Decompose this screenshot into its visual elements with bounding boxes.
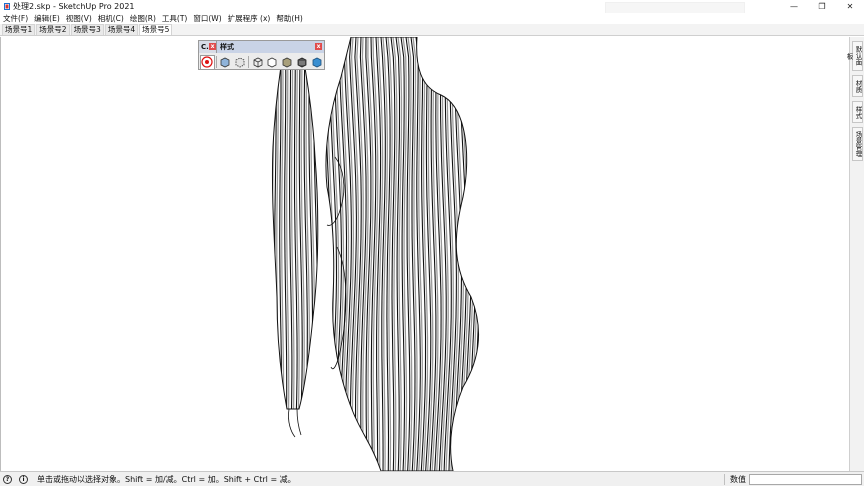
scene-tabs: 场景号1 场景号2 场景号3 场景号4 场景号5 [0, 24, 864, 36]
xray-button[interactable] [218, 55, 233, 70]
contour-slice [278, 45, 283, 409]
menu-edit[interactable]: 编辑(E) [34, 13, 60, 24]
menu-view[interactable]: 视图(V) [66, 13, 92, 24]
shaded-button[interactable] [280, 55, 295, 70]
hidden-line-button[interactable] [265, 55, 280, 70]
shaded-icon [282, 57, 292, 68]
contour-slice-shadow [487, 37, 493, 471]
menu-extensions[interactable]: 扩展程序 (x) [228, 13, 271, 24]
contour-slice-shadow [325, 37, 330, 471]
status-separator [724, 474, 725, 485]
contour-slice-shadow [272, 45, 275, 409]
styles-toolbar-header[interactable]: 样式 x [217, 41, 324, 53]
sketchup-logo-icon [4, 3, 10, 10]
shaded-with-textures-icon [297, 57, 307, 68]
status-hint: 单击或拖动以选择对象。Shift = 加/减。Ctrl = 加。Shift + … [37, 475, 296, 484]
tray-tab-styles[interactable]: 样式 [852, 101, 863, 123]
contour-slice-shadow [382, 37, 388, 471]
wireframe-icon [253, 57, 262, 68]
scene-tab-1[interactable]: 场景号1 [2, 24, 36, 35]
close-window-button[interactable]: ✕ [836, 0, 864, 13]
wireframe-button[interactable] [250, 55, 265, 70]
monochrome-button[interactable] [309, 55, 324, 70]
collapsed-panel-title: C. [201, 43, 209, 51]
styles-toolbar-window[interactable]: C. x 样式 x [198, 40, 325, 70]
sliced-torso-model[interactable] [1, 37, 849, 471]
menu-tools[interactable]: 工具(T) [162, 13, 187, 24]
collapsed-panel-header[interactable]: C. x [199, 41, 217, 53]
scene-tab-2[interactable]: 场景号2 [36, 24, 70, 35]
geo-location-icon[interactable]: ? [3, 475, 12, 484]
back-edges-button[interactable] [232, 55, 247, 70]
menu-camera[interactable]: 相机(C) [98, 13, 124, 24]
model-viewport[interactable] [0, 37, 849, 471]
contour-slice [485, 37, 491, 471]
contour-slice [468, 37, 477, 471]
scene-tab-3[interactable]: 场景号3 [70, 24, 104, 35]
title-bar: 处理2.skp - SketchUp Pro 2021 — ❐ ✕ [0, 0, 864, 24]
contour-slice-shadow [426, 37, 434, 471]
contour-slice-shadow [340, 37, 350, 471]
styles-tools [199, 54, 324, 70]
target-icon [201, 56, 213, 68]
contour-slice [317, 45, 318, 409]
maximize-button[interactable]: ❐ [808, 0, 836, 13]
tool-separator [215, 56, 217, 68]
xray-icon [220, 57, 230, 68]
menu-window[interactable]: 窗口(W) [193, 13, 221, 24]
menu-file[interactable]: 文件(F) [3, 13, 28, 24]
hidden-line-icon [267, 57, 277, 68]
window-title: 处理2.skp - SketchUp Pro 2021 [13, 2, 135, 11]
credits-icon[interactable]: i [19, 475, 28, 484]
shaded-with-textures-button[interactable] [294, 55, 309, 70]
styles-toolbar-title: 样式 [220, 43, 234, 51]
contour-slice [474, 37, 479, 471]
measurements-input[interactable] [749, 474, 862, 485]
tool-separator [248, 56, 250, 68]
contour-slice [269, 37, 272, 471]
styles-toolbar-close-button[interactable]: x [315, 43, 322, 50]
scene-tab-4[interactable]: 场景号4 [104, 24, 139, 35]
contour-slice [458, 37, 468, 471]
contour-slice [453, 37, 463, 471]
contour-slice-shadow [470, 37, 479, 471]
back-edges-icon [235, 57, 245, 68]
contour-slice [463, 37, 473, 471]
contour-slice-shadow [460, 37, 470, 471]
select-tool-button[interactable] [200, 54, 215, 70]
contour-slice [325, 37, 332, 471]
monochrome-icon [312, 57, 321, 68]
collapsed-panel-close-button[interactable]: x [209, 43, 216, 50]
menu-bar: 文件(F) 编辑(E) 视图(V) 相机(C) 绘图(R) 工具(T) 窗口(W… [0, 13, 864, 24]
tray-tab-default-panel[interactable]: 默认面板 [845, 41, 863, 71]
contour-slice [480, 37, 486, 471]
scene-tab-5[interactable]: 场景号5 [139, 24, 173, 35]
tray-tab-materials[interactable]: 材质 [852, 75, 863, 97]
contour-slice-shadow [482, 37, 488, 471]
contour-slice-shadow [431, 37, 439, 471]
tray-tab-scenes[interactable]: 场景管理 [852, 127, 863, 161]
contour-slice-shadow [320, 37, 325, 471]
status-bar: ? i 单击或拖动以选择对象。Shift = 加/减。Ctrl = 加。Shif… [0, 471, 864, 486]
default-tray: 默认面板 材质 样式 场景管理 [845, 37, 864, 471]
menu-draw[interactable]: 绘图(R) [130, 13, 156, 24]
minimize-button[interactable]: — [780, 0, 808, 13]
measurements-label: 数值 [730, 475, 746, 484]
contour-slice-shadow [475, 37, 479, 471]
contour-slice-shadow [309, 45, 316, 409]
menu-help[interactable]: 帮助(H) [276, 13, 303, 24]
contour-slice [325, 37, 327, 471]
contour-slice [288, 45, 293, 409]
contour-slice-shadow [465, 37, 475, 471]
contour-slice-shadow [325, 37, 335, 471]
